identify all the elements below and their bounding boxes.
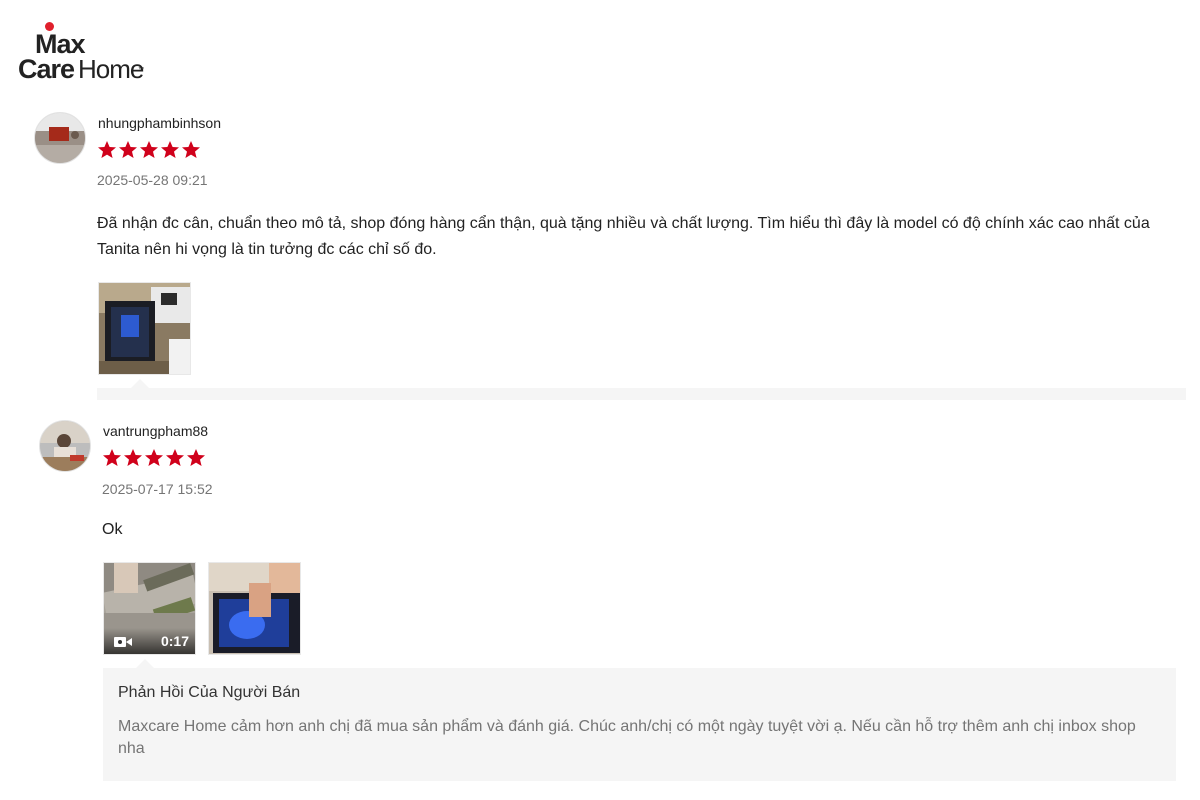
logo-text-care: Care xyxy=(18,54,75,84)
user-avatar[interactable] xyxy=(34,112,86,164)
maxcare-home-logo[interactable]: Max Care Home ™ xyxy=(18,22,158,84)
star-icon xyxy=(123,448,143,468)
rating-stars xyxy=(97,140,201,160)
review-date: 2025-05-28 09:21 xyxy=(97,172,208,188)
review-video-thumbnail[interactable]: 0:17 xyxy=(103,562,196,655)
review-comment: Ok xyxy=(102,521,123,538)
review-divider xyxy=(97,388,1186,400)
star-icon xyxy=(102,448,122,468)
review-date: 2025-07-17 15:52 xyxy=(102,481,213,497)
logo-trademark: ™ xyxy=(138,67,144,73)
star-icon xyxy=(139,140,159,160)
review-page: Max Care Home ™ nhungphambinhson 2025-05… xyxy=(0,0,1200,800)
review-username[interactable]: vantrungpham88 xyxy=(103,423,208,439)
reply-pointer xyxy=(131,379,149,388)
star-icon xyxy=(144,448,164,468)
seller-reply-text: Maxcare Home cảm hơn anh chị đã mua sản … xyxy=(118,718,1136,757)
review-username[interactable]: nhungphambinhson xyxy=(98,115,221,131)
reply-pointer xyxy=(136,659,154,668)
logo-text-home: Home xyxy=(78,54,144,84)
seller-reply-title: Phản Hồi Của Người Bán xyxy=(118,684,301,701)
star-icon xyxy=(165,448,185,468)
user-avatar[interactable] xyxy=(39,420,91,472)
review-comment: Đã nhận đc cân, chuẩn theo mô tả, shop đ… xyxy=(97,215,1150,258)
star-icon xyxy=(181,140,201,160)
star-icon xyxy=(97,140,117,160)
seller-reply: Phản Hồi Của Người Bán Maxcare Home cảm … xyxy=(103,668,1176,781)
video-overlay: 0:17 xyxy=(104,628,195,654)
review-photo-thumbnail[interactable] xyxy=(208,562,301,655)
star-icon xyxy=(186,448,206,468)
star-icon xyxy=(160,140,180,160)
star-icon xyxy=(118,140,138,160)
video-camera-icon xyxy=(114,636,132,648)
rating-stars xyxy=(102,448,206,468)
video-duration: 0:17 xyxy=(160,633,189,649)
review-photo-thumbnail[interactable] xyxy=(98,282,191,375)
